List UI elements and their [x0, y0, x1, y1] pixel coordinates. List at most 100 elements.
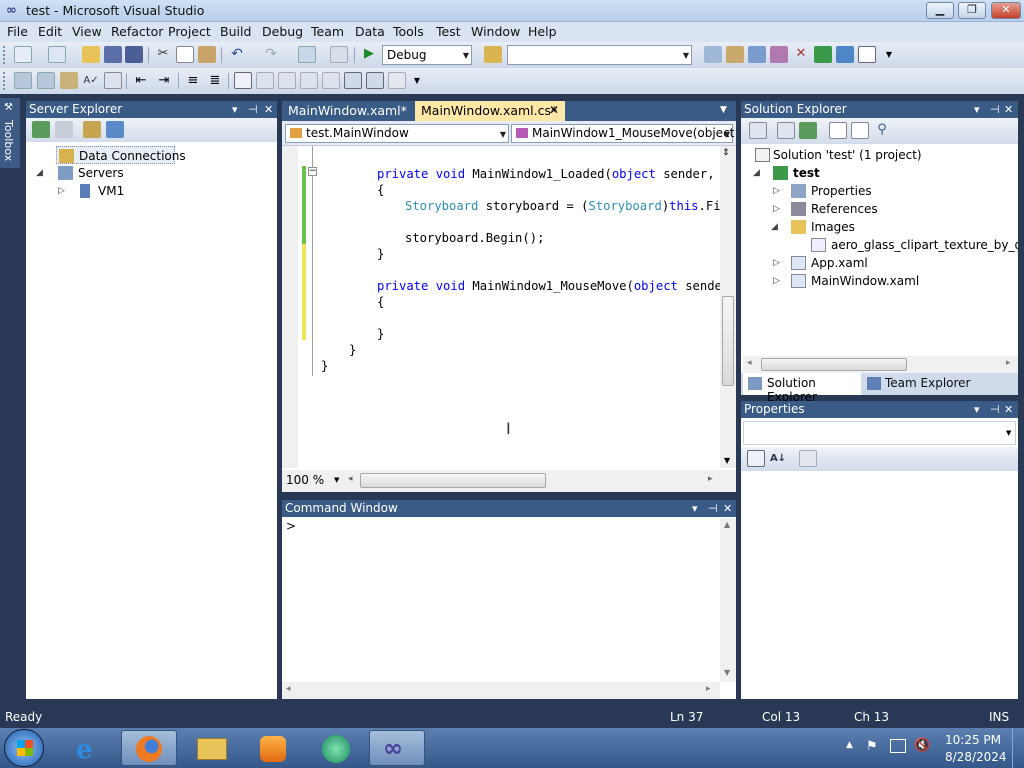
scroll-up-icon[interactable]: ▲ [724, 520, 730, 529]
uncomment-lines-icon[interactable]: ≣ [206, 72, 224, 89]
tree-item-vm1[interactable]: ▷ VM1 [58, 182, 124, 200]
cut-icon[interactable]: ✂ [154, 46, 172, 63]
menu-team[interactable]: Team [311, 24, 344, 39]
expand-arrow-icon[interactable]: ▷ [773, 254, 780, 272]
tools-icon[interactable]: ✕ [792, 46, 810, 63]
complete-word-icon[interactable] [104, 72, 122, 89]
comment-lines-icon[interactable]: ≡ [184, 72, 202, 89]
menu-help[interactable]: Help [528, 24, 557, 39]
navigate-backward-icon[interactable] [298, 46, 316, 63]
collapse-arrow-icon[interactable]: ◢ [771, 218, 778, 236]
volume-icon[interactable]: 🔇 [914, 738, 930, 753]
code-editor[interactable]: test.MainWindow ▼ MainWindow1_MouseMove(… [282, 121, 737, 492]
solution-horizontal-scrollbar[interactable]: ◂ ▸ [743, 356, 1018, 373]
zoom-dropdown[interactable]: 100 % ▼ [286, 473, 344, 489]
collapse-region-icon[interactable]: − [308, 167, 317, 176]
open-folder-icon[interactable] [82, 46, 100, 63]
window-position-icon[interactable]: ▾ [974, 101, 980, 118]
new-project-icon[interactable] [14, 46, 32, 63]
split-window-icon[interactable]: ⇕ [722, 148, 730, 158]
previous-bookmark-in-document-icon[interactable] [344, 72, 362, 89]
expand-arrow-icon[interactable]: ▷ [58, 182, 65, 200]
start-page-icon[interactable] [814, 46, 832, 63]
expand-arrow-icon[interactable]: ▷ [773, 272, 780, 290]
command-prompt[interactable]: > [286, 519, 296, 533]
close-panel-icon[interactable]: ✕ [1004, 401, 1013, 418]
scroll-right-icon[interactable]: ▸ [708, 474, 713, 484]
auto-hide-pin-icon[interactable]: ⊣ [990, 401, 1000, 418]
horizontal-scroll-thumb[interactable] [360, 473, 546, 488]
tree-item-references[interactable]: ▷ References [773, 200, 878, 218]
window-position-icon[interactable]: ▾ [692, 500, 698, 517]
start-debugging-icon[interactable]: ▶ [360, 46, 378, 63]
scroll-right-icon[interactable]: ▸ [706, 684, 711, 694]
window-position-icon[interactable]: ▾ [232, 101, 238, 118]
view-code-icon[interactable] [829, 122, 847, 139]
tree-item-images[interactable]: ◢ Images [771, 218, 855, 236]
menu-data[interactable]: Data [355, 24, 385, 39]
internet-explorer-taskbar-button[interactable]: e [62, 730, 118, 766]
menu-window[interactable]: Window [471, 24, 520, 39]
show-hidden-icons-icon[interactable]: ▲ [846, 740, 853, 750]
paste-icon[interactable] [198, 46, 216, 63]
expand-arrow-icon[interactable]: ▷ [773, 182, 780, 200]
close-tab-icon[interactable]: ✕ [549, 103, 559, 117]
app-taskbar-button[interactable] [308, 730, 364, 766]
object-browser-icon[interactable] [748, 46, 766, 63]
save-all-icon[interactable] [125, 46, 143, 63]
tree-item-servers[interactable]: ◢ Servers [36, 164, 124, 182]
solution-explorer-icon[interactable] [704, 46, 722, 63]
find-combo[interactable]: ▼ [507, 45, 692, 65]
properties-icon[interactable] [749, 122, 767, 139]
decrease-indent-icon[interactable]: ⇤ [132, 72, 150, 89]
visual-studio-taskbar-button[interactable]: ∞ [369, 730, 425, 766]
close-panel-icon[interactable]: ✕ [723, 500, 732, 517]
editor-vertical-scrollbar[interactable]: ⇕ ▼ [720, 146, 736, 468]
scroll-right-icon[interactable]: ▸ [1006, 358, 1011, 368]
menu-project[interactable]: Project [168, 24, 211, 39]
navigate-forward-icon[interactable] [330, 46, 348, 63]
copy-icon[interactable] [176, 46, 194, 63]
menu-test[interactable]: Test [436, 24, 461, 39]
member-combo[interactable]: MainWindow1_MouseMove(object ▼ [511, 124, 734, 143]
tab-team-explorer[interactable]: Team Explorer [865, 373, 1005, 395]
solution-configuration-dropdown[interactable]: Debug ▼ [382, 45, 472, 65]
tree-item-properties[interactable]: ▷ Properties [773, 182, 872, 200]
property-pages-icon[interactable] [799, 450, 817, 467]
command-vertical-scrollbar[interactable]: ▲ ▼ [720, 518, 736, 682]
scroll-down-icon[interactable]: ▼ [724, 668, 730, 677]
menu-edit[interactable]: Edit [38, 24, 62, 39]
close-panel-icon[interactable]: ✕ [264, 101, 273, 118]
menu-tools[interactable]: Tools [393, 24, 424, 39]
previous-bookmark-icon[interactable] [256, 72, 274, 89]
auto-hide-pin-icon[interactable]: ⊣ [990, 101, 1000, 118]
media-player-taskbar-button[interactable] [244, 730, 300, 766]
clear-bookmarks-icon[interactable] [388, 72, 406, 89]
window-position-icon[interactable]: ▾ [974, 401, 980, 418]
close-panel-icon[interactable]: ✕ [1004, 101, 1013, 118]
connect-to-database-icon[interactable] [83, 121, 101, 138]
display-object-member-list-icon[interactable] [14, 72, 32, 89]
undo-icon[interactable]: ↶ [228, 46, 246, 63]
next-bookmark-in-folder-icon[interactable] [322, 72, 340, 89]
object-selector-dropdown[interactable]: ▼ [743, 421, 1016, 445]
file-explorer-taskbar-button[interactable] [183, 730, 239, 766]
next-bookmark-icon[interactable] [278, 72, 296, 89]
scroll-left-icon[interactable]: ◂ [348, 474, 353, 484]
save-icon[interactable] [104, 46, 122, 63]
refresh-icon[interactable] [799, 122, 817, 139]
tree-item-mainwindow-xaml[interactable]: ▷ MainWindow.xaml [773, 272, 919, 290]
menu-refactor[interactable]: Refactor [111, 24, 163, 39]
tree-item-data-connections[interactable]: Data Connections [56, 146, 186, 164]
maximize-button[interactable]: ❐ [958, 2, 986, 19]
add-item-icon[interactable] [48, 46, 66, 63]
toggle-bookmark-icon[interactable] [234, 72, 252, 89]
menu-debug[interactable]: Debug [262, 24, 303, 39]
tree-item-app-xaml[interactable]: ▷ App.xaml [773, 254, 868, 272]
display-parameter-info-icon[interactable] [37, 72, 55, 89]
command-window-icon[interactable] [858, 46, 876, 63]
alphabetical-icon[interactable]: A↓ [769, 450, 787, 467]
view-class-diagram-icon[interactable]: ⚲ [873, 122, 891, 139]
scroll-thumb[interactable] [722, 296, 734, 386]
collapse-arrow-icon[interactable]: ◢ [36, 164, 43, 182]
